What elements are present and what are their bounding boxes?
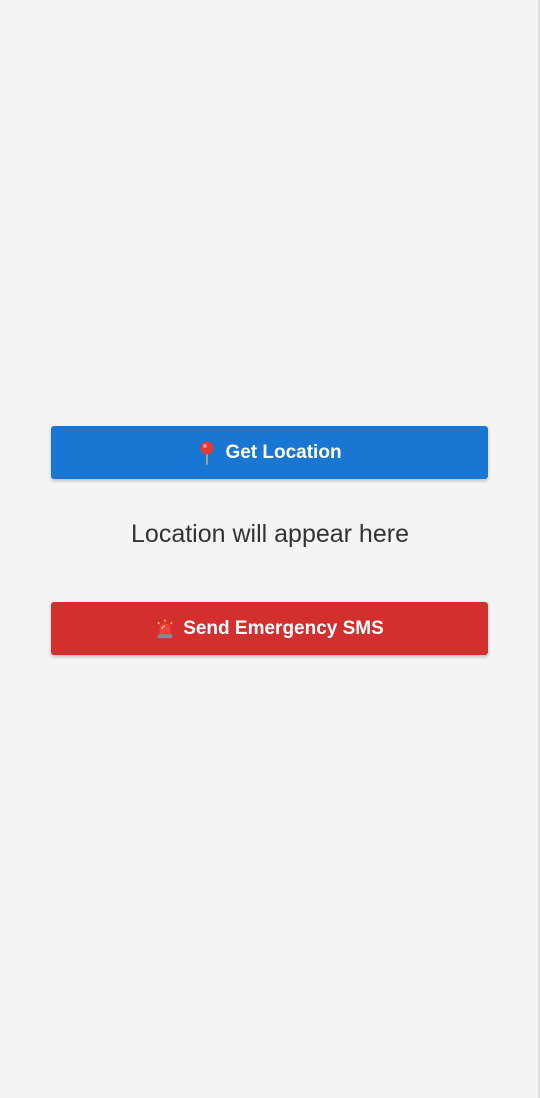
send-emergency-sms-label: Send Emergency SMS <box>183 617 384 639</box>
get-location-button[interactable]: Get Location <box>51 426 488 479</box>
police-siren-icon <box>155 617 175 641</box>
location-display-text: Location will appear here <box>131 520 409 548</box>
send-emergency-sms-button[interactable]: Send Emergency SMS <box>51 602 488 655</box>
round-pushpin-icon <box>197 441 217 465</box>
get-location-label: Get Location <box>225 441 342 463</box>
